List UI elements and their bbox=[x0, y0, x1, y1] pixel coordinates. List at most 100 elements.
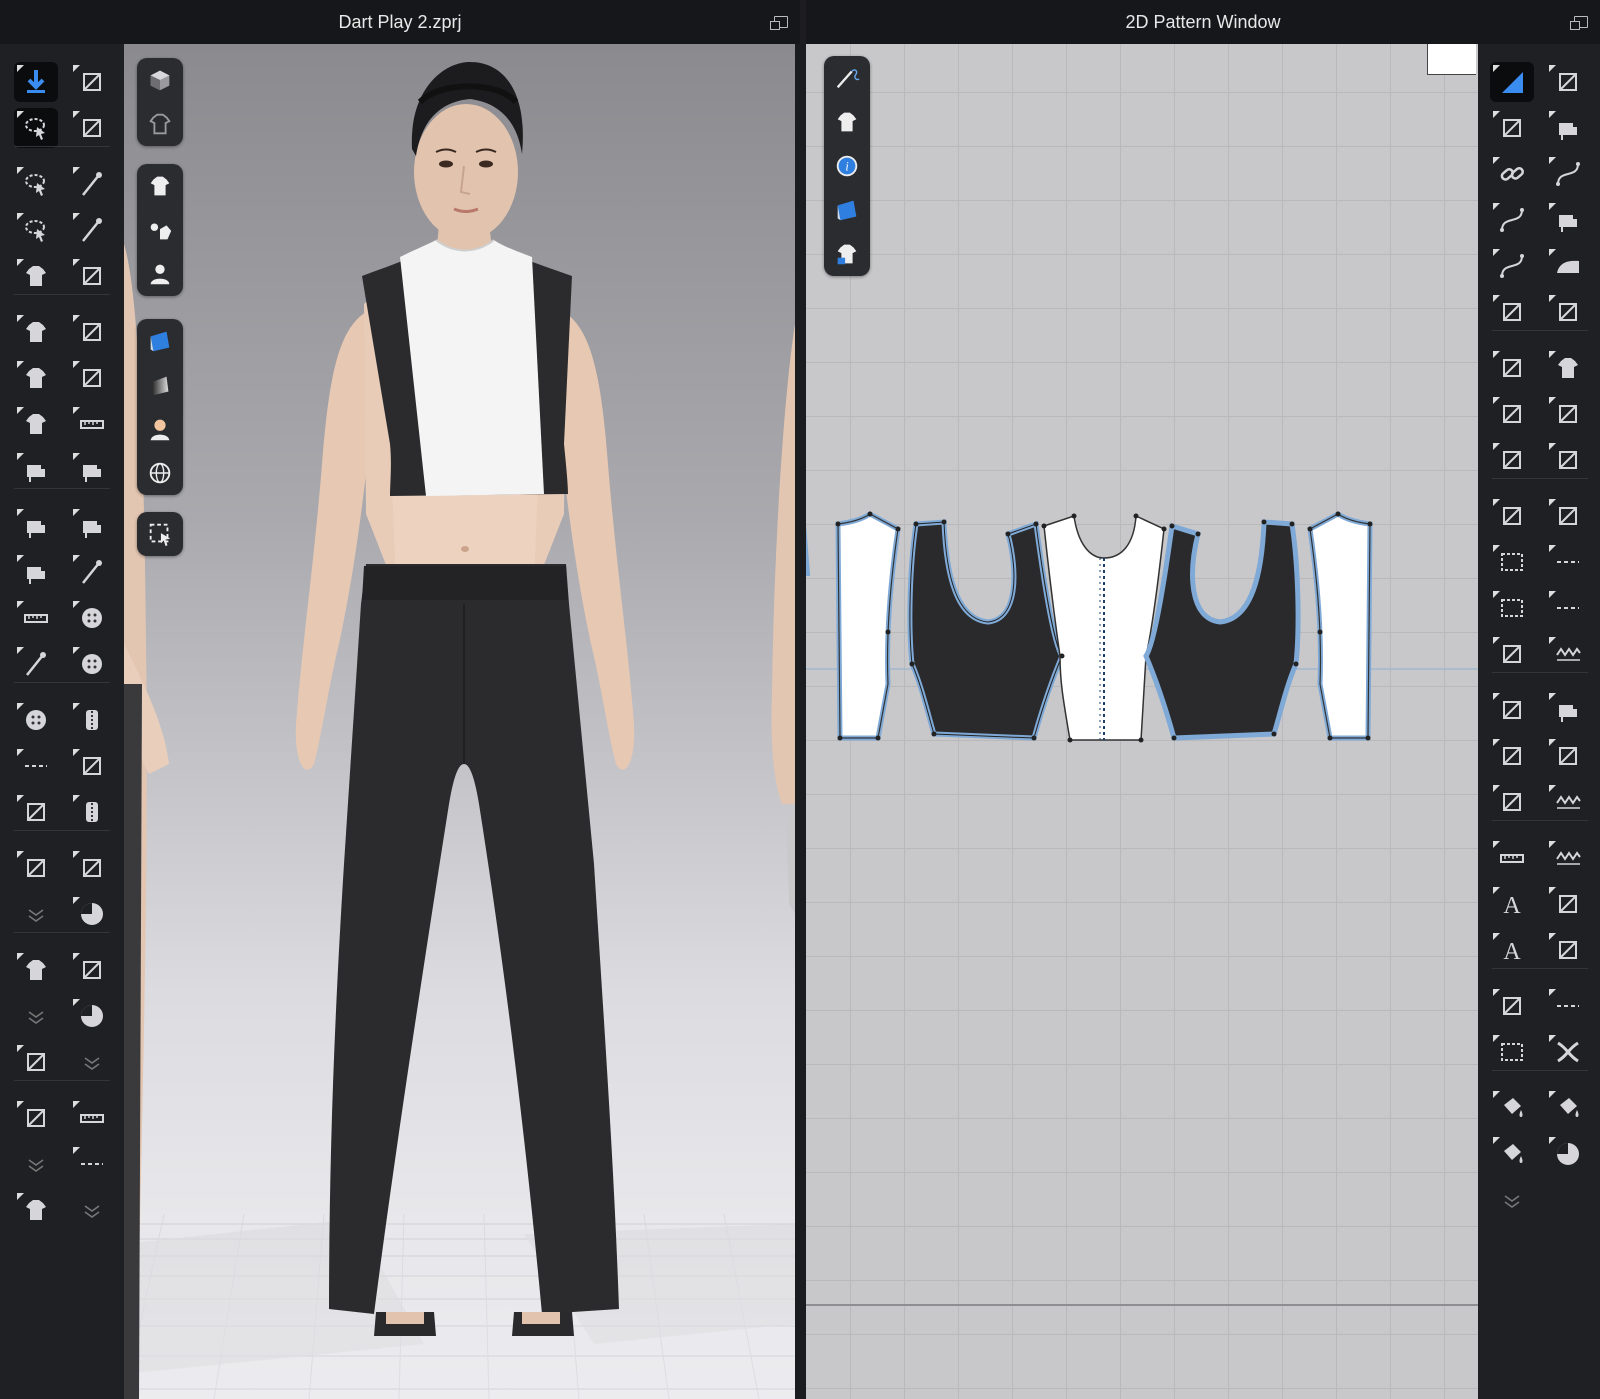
add-point-icon[interactable] bbox=[1490, 292, 1534, 332]
trim-icon[interactable] bbox=[14, 1098, 58, 1138]
pattern-piece-front-left[interactable] bbox=[907, 519, 1065, 741]
bucket-icon[interactable] bbox=[1490, 1088, 1534, 1128]
text-a-icon[interactable]: A bbox=[1490, 884, 1534, 924]
segment-icon[interactable] bbox=[1546, 154, 1590, 194]
avatar-view-icon[interactable] bbox=[137, 252, 183, 296]
garment-settings-icon[interactable] bbox=[137, 208, 183, 252]
free-sewing-icon[interactable] bbox=[70, 506, 114, 546]
globe-icon[interactable] bbox=[137, 451, 183, 495]
text-a2-icon[interactable]: A bbox=[1490, 930, 1534, 970]
buttonhole-icon[interactable] bbox=[14, 700, 58, 740]
gradient-icon[interactable] bbox=[137, 363, 183, 407]
strengthen-icon[interactable] bbox=[70, 312, 114, 352]
zipper-pull-icon[interactable] bbox=[70, 700, 114, 740]
expand-icon[interactable] bbox=[14, 1144, 58, 1184]
add-icon[interactable] bbox=[1546, 884, 1590, 924]
zigzag2-icon[interactable] bbox=[1546, 838, 1590, 878]
cross-icon[interactable] bbox=[1546, 1032, 1590, 1072]
knit-icon[interactable] bbox=[1546, 394, 1590, 434]
brush-icon[interactable] bbox=[1490, 1134, 1534, 1174]
measure-icon[interactable] bbox=[70, 404, 114, 444]
polygon-icon[interactable] bbox=[1490, 634, 1534, 674]
slash-icon[interactable] bbox=[1490, 496, 1534, 536]
fabric-icon[interactable] bbox=[137, 319, 183, 363]
iron-icon[interactable] bbox=[1546, 246, 1590, 286]
ruler-icon[interactable] bbox=[1490, 838, 1534, 878]
fold-icon[interactable] bbox=[1546, 292, 1590, 332]
skin-icon[interactable] bbox=[137, 407, 183, 451]
pattern-piece-center-front[interactable] bbox=[1043, 514, 1165, 741]
dashed-icon[interactable] bbox=[1546, 542, 1590, 582]
curve-icon[interactable] bbox=[1490, 200, 1534, 240]
avatar-walk-icon[interactable] bbox=[70, 62, 114, 102]
belt-icon[interactable] bbox=[70, 848, 114, 888]
zigzag-icon[interactable] bbox=[1546, 782, 1590, 822]
cut-icon[interactable] bbox=[1490, 348, 1534, 388]
flat-icon[interactable] bbox=[14, 1042, 58, 1082]
avatar-measure-icon[interactable] bbox=[14, 598, 58, 638]
shrink-icon[interactable] bbox=[70, 358, 114, 398]
topstitch-icon[interactable] bbox=[14, 746, 58, 786]
expand-icon[interactable] bbox=[1490, 1180, 1534, 1220]
lasso-select-icon[interactable] bbox=[14, 164, 58, 204]
dashed-line-icon[interactable] bbox=[1546, 588, 1590, 628]
pie-icon[interactable] bbox=[1546, 1134, 1590, 1174]
transform-icon[interactable] bbox=[1490, 108, 1534, 148]
garment-icon[interactable] bbox=[14, 256, 58, 296]
pleat-icon[interactable] bbox=[1490, 782, 1534, 822]
box-select-icon[interactable] bbox=[14, 210, 58, 250]
pattern-piece-side-left[interactable] bbox=[835, 511, 901, 741]
sheet-icon[interactable] bbox=[70, 950, 114, 990]
link-icon[interactable] bbox=[1490, 154, 1534, 194]
annotation-icon[interactable] bbox=[1490, 986, 1534, 1026]
rect-icon[interactable] bbox=[1490, 542, 1534, 582]
fold-arrange-icon[interactable] bbox=[70, 108, 114, 148]
drape-icon[interactable] bbox=[14, 848, 58, 888]
sewing-edit-icon[interactable] bbox=[1546, 690, 1590, 730]
garment-stack-icon[interactable] bbox=[14, 950, 58, 990]
stitch-icon[interactable] bbox=[70, 1144, 114, 1184]
tape-icon[interactable] bbox=[70, 1098, 114, 1138]
garment-select-icon[interactable] bbox=[14, 312, 58, 352]
segment-sewing-icon[interactable] bbox=[14, 506, 58, 546]
texture-view-icon[interactable] bbox=[137, 102, 183, 146]
stitch-line-icon[interactable] bbox=[1546, 986, 1590, 1026]
puckering-icon[interactable] bbox=[14, 792, 58, 832]
pants-3d[interactable] bbox=[329, 564, 619, 1314]
multi-sewing-icon[interactable] bbox=[14, 552, 58, 592]
garment-icon[interactable] bbox=[14, 1190, 58, 1230]
select-move-icon[interactable] bbox=[14, 108, 58, 148]
pattern-piece-front-right[interactable] bbox=[1143, 519, 1301, 741]
offset-icon[interactable] bbox=[1490, 440, 1534, 480]
viewport-3d[interactable] bbox=[124, 44, 795, 1399]
tack-icon[interactable] bbox=[70, 210, 114, 250]
elastic-icon[interactable] bbox=[1546, 736, 1590, 776]
shirt-icon[interactable] bbox=[1546, 348, 1590, 388]
window-divider[interactable] bbox=[795, 44, 806, 1399]
free-sewing-icon[interactable] bbox=[1546, 200, 1590, 240]
cube-icon[interactable] bbox=[137, 58, 183, 102]
garment-fit-icon[interactable] bbox=[14, 404, 58, 444]
wave-icon[interactable] bbox=[1546, 634, 1590, 674]
sewing-check-icon[interactable] bbox=[70, 450, 114, 490]
quilt2-icon[interactable] bbox=[1546, 930, 1590, 970]
quilt-icon[interactable] bbox=[1546, 440, 1590, 480]
expand-icon[interactable] bbox=[70, 1042, 114, 1082]
popout-icon[interactable] bbox=[770, 16, 788, 30]
fold-icon[interactable] bbox=[70, 256, 114, 296]
shirt-view-icon[interactable] bbox=[137, 164, 183, 208]
sewing-icon[interactable] bbox=[14, 450, 58, 490]
simulation-icon[interactable] bbox=[14, 62, 58, 102]
seam-icon[interactable] bbox=[1546, 62, 1590, 102]
dart-dart-icon[interactable] bbox=[1490, 736, 1534, 776]
expand-icon[interactable] bbox=[14, 894, 58, 934]
pin-icon[interactable] bbox=[70, 164, 114, 204]
garment-move-icon[interactable] bbox=[14, 358, 58, 398]
internal-line-icon[interactable] bbox=[1490, 394, 1534, 434]
piece-flat-icon[interactable] bbox=[70, 996, 114, 1036]
dart-icon[interactable] bbox=[1490, 690, 1534, 730]
snap-icon[interactable] bbox=[70, 746, 114, 786]
button-select-icon[interactable] bbox=[70, 598, 114, 638]
pattern-canvas[interactable]: i bbox=[806, 44, 1478, 1399]
button-icon[interactable] bbox=[70, 644, 114, 684]
